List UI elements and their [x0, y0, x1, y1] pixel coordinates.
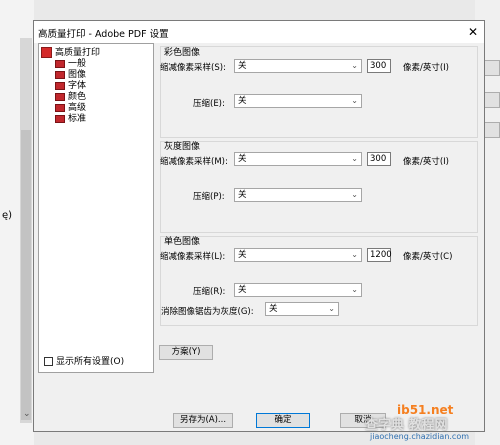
show-all-label: 显示所有设置(O) [56, 357, 125, 367]
chevron-down-icon: ⌄ [351, 154, 358, 163]
antialias-select[interactable]: 关 ⌄ [265, 302, 339, 316]
select-value: 关 [269, 304, 278, 314]
mono-downsample-select[interactable]: 关 ⌄ [234, 248, 362, 262]
gray-compress-select[interactable]: 关 ⌄ [234, 188, 362, 202]
background-scrollbar-thumb[interactable] [21, 130, 31, 420]
gray-downsample-select[interactable]: 关 ⌄ [234, 152, 362, 166]
settings-tree: 高质量打印 一般 图像 字体 颜色 高级 标准 [38, 43, 154, 373]
color-group-title: 彩色图像 [164, 48, 201, 58]
ok-button[interactable]: 确定 [256, 413, 310, 428]
mono-downsample-label: 缩减像素采样(L): [160, 252, 226, 262]
tree-item-label: 标准 [68, 114, 87, 124]
color-downsample-select[interactable]: 关 ⌄ [234, 59, 362, 73]
show-all-settings[interactable]: 显示所有设置(O) [44, 354, 124, 367]
select-value: 关 [238, 190, 247, 200]
chevron-down-icon: ⌄ [351, 96, 358, 105]
select-value: 关 [238, 61, 247, 71]
gray-compress-label: 压缩(P): [193, 192, 225, 202]
select-value: 关 [238, 96, 247, 106]
gray-resolution-input[interactable]: 300 [367, 152, 391, 166]
select-value: 关 [238, 250, 247, 260]
mono-group-title: 单色图像 [164, 237, 201, 247]
chevron-down-icon[interactable]: ⌄ [23, 409, 31, 419]
dialog-title: 高质量打印 - Adobe PDF 设置 [38, 29, 169, 40]
page-icon [55, 114, 65, 123]
antialias-label: 消除图像锯齿为灰度(G): [161, 307, 254, 317]
color-unit-label: 像素/英寸(I) [403, 63, 450, 73]
select-value: 关 [238, 154, 247, 164]
gray-group-title: 灰度图像 [164, 142, 201, 152]
show-all-checkbox[interactable] [44, 357, 53, 366]
pdf-settings-dialog: 高质量打印 - Adobe PDF 设置 ✕ 高质量打印 一般 图像 字体 颜色… [33, 20, 485, 432]
title-bar: 高质量打印 - Adobe PDF 设置 ✕ [34, 21, 484, 43]
color-compress-select[interactable]: 关 ⌄ [234, 94, 362, 108]
chevron-down-icon: ⌄ [351, 190, 358, 199]
mono-unit-label: 像素/英寸(C) [403, 252, 453, 262]
watermark-title: 查字典 教程网 [365, 418, 448, 433]
background-text: ę) [2, 210, 13, 221]
gray-downsample-label: 缩减像素采样(M): [160, 157, 228, 167]
watermark-url: jiaocheng.chazidian.com [370, 432, 470, 441]
mono-resolution-input[interactable]: 1200 [367, 248, 392, 262]
scheme-button[interactable]: 方案(Y) [159, 345, 213, 360]
chevron-down-icon: ⌄ [328, 304, 335, 313]
chevron-down-icon: ⌄ [351, 250, 358, 259]
chevron-down-icon: ⌄ [351, 61, 358, 70]
chevron-down-icon: ⌄ [351, 285, 358, 294]
gray-unit-label: 像素/英寸(I) [403, 157, 450, 167]
pdf-settings-icon [41, 47, 52, 58]
mono-compress-select[interactable]: 关 ⌄ [234, 283, 362, 297]
color-compress-label: 压缩(E): [193, 99, 225, 109]
color-downsample-label: 缩减像素采样(S): [160, 63, 226, 73]
select-value: 关 [238, 285, 247, 295]
save-as-button[interactable]: 另存为(A)... [173, 413, 233, 428]
close-icon[interactable]: ✕ [464, 23, 482, 41]
mono-compress-label: 压缩(R): [193, 287, 226, 297]
tree-item-standards[interactable]: 标准 [55, 111, 86, 124]
color-resolution-input[interactable]: 300 [367, 59, 391, 73]
